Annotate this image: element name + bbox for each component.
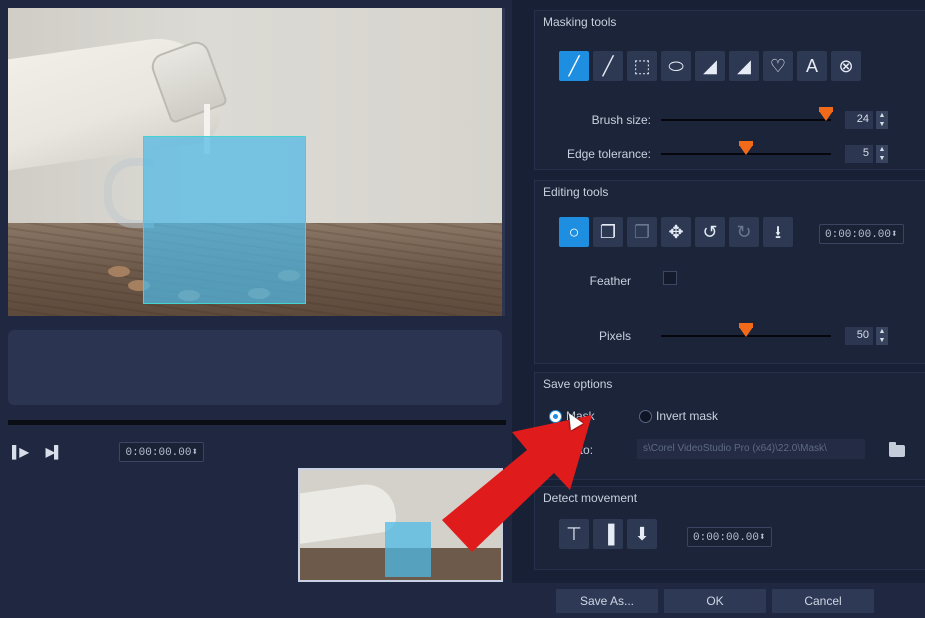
- save-as-button[interactable]: Save As...: [556, 589, 658, 613]
- lasso-icon[interactable]: ♡: [763, 51, 793, 81]
- spinner-arrows-icon[interactable]: ▲ ▼: [876, 327, 888, 345]
- brush-size-value[interactable]: 24: [845, 111, 873, 129]
- video-preview[interactable]: [8, 8, 505, 316]
- edge-tolerance-slider[interactable]: [661, 141, 831, 155]
- mask-overlay[interactable]: [143, 136, 306, 304]
- save-to-path-field[interactable]: s\Corel VideoStudio Pro (x64)\22.0\Mask\: [637, 439, 865, 459]
- move-icon[interactable]: ✥: [661, 217, 691, 247]
- detect-next-icon[interactable]: ▐: [593, 519, 623, 549]
- brush-size-slider-thumb[interactable]: [818, 107, 833, 121]
- brush-tool-icon[interactable]: ╱: [559, 51, 589, 81]
- dialog-button-bar: Save As... OK Cancel: [0, 583, 925, 618]
- copy-mask-icon[interactable]: ❐: [593, 217, 623, 247]
- editing-tool-row: ○ ❐ ❐ ✥ ↺ ↻ ⭳: [559, 217, 793, 247]
- editing-timecode[interactable]: 0:00:00.00⬍: [819, 224, 904, 244]
- go-to-end-icon[interactable]: ▶▌: [46, 445, 63, 459]
- track-motion-icon[interactable]: ○: [559, 217, 589, 247]
- ellipse-select-icon[interactable]: ⬭: [661, 51, 691, 81]
- edge-tolerance-row: Edge tolerance: 5 ▲ ▼: [535, 141, 888, 163]
- brush-size-label: Brush size:: [591, 113, 651, 127]
- save-options-title: Save options: [543, 377, 613, 391]
- eraser-icon[interactable]: ◢: [695, 51, 725, 81]
- smart-brush-icon[interactable]: ╱: [593, 51, 623, 81]
- pixels-slider-thumb[interactable]: [739, 323, 753, 337]
- detect-frame-icon[interactable]: ⊤: [559, 519, 589, 549]
- detect-movement-group: Detect movement ⊤ ▐ ⬇ 0:00:00.00⬍: [534, 486, 925, 570]
- brush-size-slider[interactable]: [661, 107, 833, 121]
- editing-tools-title: Editing tools: [543, 185, 609, 199]
- timeline-bar[interactable]: [8, 420, 506, 425]
- edge-tolerance-label: Edge tolerance:: [566, 147, 651, 161]
- paste-mask-icon[interactable]: ❐: [627, 217, 657, 247]
- feather-checkbox[interactable]: [663, 271, 677, 285]
- detect-timecode[interactable]: 0:00:00.00⬍: [687, 527, 772, 547]
- preview-area: ▌▶ ▶▌ 0:00:00.00⬍: [0, 0, 531, 583]
- radio-selected-icon[interactable]: [549, 409, 562, 423]
- save-options-group: Save options Mask Invert mask Save to: s…: [534, 372, 925, 480]
- almond-image: [108, 266, 130, 277]
- spinner-arrows-icon[interactable]: ▲ ▼: [876, 111, 888, 129]
- smart-eraser-icon[interactable]: ◢: [729, 51, 759, 81]
- text-tool-icon[interactable]: A: [797, 51, 827, 81]
- brush-size-row: Brush size: 24 ▲ ▼: [535, 107, 888, 129]
- pixels-row: Pixels 50 ▲ ▼: [535, 323, 888, 345]
- info-panel: [8, 330, 502, 405]
- pixels-label: Pixels: [598, 329, 631, 343]
- masking-tool-row: ╱ ╱ ⬚ ⬭ ◢ ◢ ♡ A ⊗: [559, 51, 861, 81]
- player-controls: ▌▶ ▶▌ 0:00:00.00⬍: [12, 440, 205, 464]
- masking-tools-group: Masking tools ╱ ╱ ⬚ ⬭ ◢ ◢ ♡ A ⊗ Brush size: 24 ▲…: [534, 10, 925, 170]
- detect-range-icon[interactable]: ⬇: [627, 519, 657, 549]
- clip-thumbnail[interactable]: [298, 468, 503, 582]
- player-timecode[interactable]: 0:00:00.00⬍: [119, 442, 205, 462]
- rectangle-select-icon[interactable]: ⬚: [627, 51, 657, 81]
- edge-tolerance-slider-thumb[interactable]: [739, 141, 753, 155]
- next-frame-icon[interactable]: ▌▶: [12, 445, 29, 459]
- folder-icon[interactable]: [889, 442, 905, 457]
- radio-unselected-icon[interactable]: [639, 409, 652, 423]
- invert-mask-radio[interactable]: Invert mask: [639, 409, 718, 423]
- edge-tolerance-spinner[interactable]: 5 ▲ ▼: [845, 145, 888, 163]
- thumbnail-bottle: [300, 480, 398, 546]
- export-icon[interactable]: ⭳: [763, 217, 793, 247]
- pixels-spinner[interactable]: 50 ▲ ▼: [845, 327, 888, 345]
- clear-mask-icon[interactable]: ⊗: [831, 51, 861, 81]
- redo-icon[interactable]: ↻: [729, 217, 759, 247]
- thumbnail-mask: [385, 522, 431, 577]
- pixels-value[interactable]: 50: [845, 327, 873, 345]
- undo-icon[interactable]: ↺: [695, 217, 725, 247]
- cancel-button[interactable]: Cancel: [772, 589, 874, 613]
- feather-label: Feather: [589, 274, 631, 288]
- save-to-label: Save to:: [549, 443, 594, 457]
- masking-tools-title: Masking tools: [543, 15, 617, 29]
- invert-mask-radio-label[interactable]: Invert mask: [656, 409, 718, 423]
- detect-tool-row: ⊤ ▐ ⬇: [559, 519, 657, 549]
- brush-size-spinner[interactable]: 24 ▲ ▼: [845, 111, 888, 129]
- ok-button[interactable]: OK: [664, 589, 766, 613]
- detect-movement-title: Detect movement: [543, 491, 638, 505]
- spinner-arrows-icon[interactable]: ▲ ▼: [876, 145, 888, 163]
- editing-tools-group: Editing tools ○ ❐ ❐ ✥ ↺ ↻ ⭳ 0:00:00.00⬍ Feathe…: [534, 180, 925, 364]
- pixels-slider[interactable]: [661, 323, 831, 337]
- edge-tolerance-value[interactable]: 5: [845, 145, 873, 163]
- mask-settings-panel: Masking tools ╱ ╱ ⬚ ⬭ ◢ ◢ ♡ A ⊗ Brush size: 24 ▲…: [512, 0, 925, 583]
